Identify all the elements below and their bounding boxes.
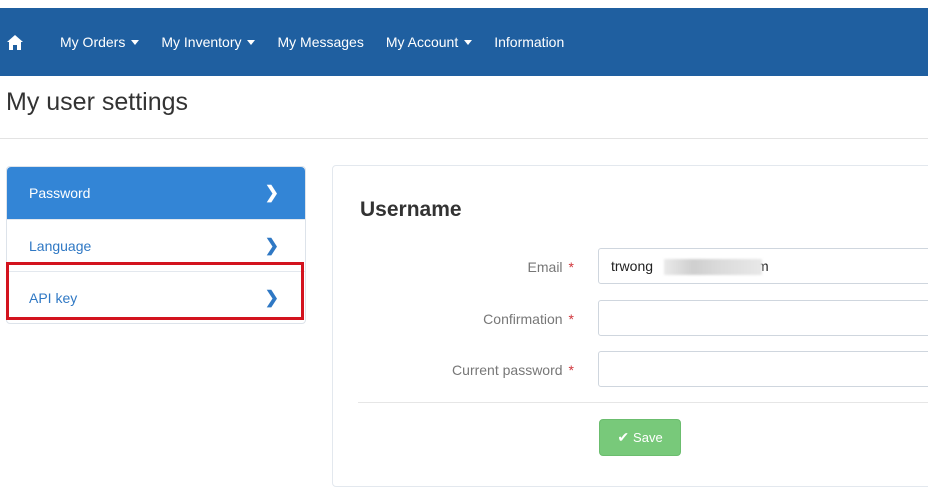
nav-information-label: Information <box>494 34 565 50</box>
title-divider <box>0 138 928 139</box>
nav-my-messages[interactable]: My Messages <box>277 34 363 50</box>
email-value: trwong <box>611 258 654 274</box>
nav-my-inventory-label: My Inventory <box>161 34 242 50</box>
nav-my-inventory[interactable]: My Inventory <box>161 34 256 50</box>
nav-my-orders[interactable]: My Orders <box>60 34 140 50</box>
confirmation-label: Confirmation * <box>334 311 574 327</box>
current-password-field[interactable] <box>598 351 928 387</box>
email-label-text: Email <box>527 259 563 275</box>
caret-down-icon <box>247 39 256 45</box>
page-title: My user settings <box>6 88 189 116</box>
sidebar-item-label: Language <box>29 237 92 254</box>
nav-my-account-label: My Account <box>385 34 459 50</box>
email-label: Email * <box>334 259 574 275</box>
nav-my-account[interactable]: My Account <box>385 34 473 50</box>
check-icon: ✔ <box>617 429 630 445</box>
sidebar-item-password[interactable]: Password ❯ <box>7 167 305 219</box>
form-divider <box>358 402 928 403</box>
chevron-right-icon: ❯ <box>264 183 279 202</box>
caret-down-icon <box>131 39 140 45</box>
confirmation-field[interactable] <box>598 300 928 336</box>
api-key-highlight-box <box>6 262 304 320</box>
caret-down-icon <box>464 39 473 45</box>
save-button[interactable]: ✔ Save <box>599 419 681 456</box>
top-navbar: My Orders My Inventory My Messages My Ac… <box>0 8 928 76</box>
email-field[interactable]: trwong m <box>598 248 928 284</box>
current-password-label: Current password * <box>334 362 574 378</box>
confirmation-label-text: Confirmation <box>483 311 563 327</box>
email-redaction-blur <box>664 259 762 275</box>
nav-my-messages-label: My Messages <box>277 34 364 50</box>
sidebar-item-label: Password <box>29 185 91 201</box>
required-mark: * <box>568 259 574 275</box>
required-mark: * <box>568 362 574 378</box>
home-icon[interactable] <box>6 33 24 51</box>
current-password-label-text: Current password <box>452 362 563 378</box>
nav-my-orders-label: My Orders <box>60 34 126 50</box>
nav-information[interactable]: Information <box>494 34 564 50</box>
save-button-label: Save <box>633 430 663 445</box>
chevron-right-icon: ❯ <box>264 235 279 255</box>
panel-title: Username <box>360 198 462 221</box>
required-mark: * <box>568 311 574 327</box>
